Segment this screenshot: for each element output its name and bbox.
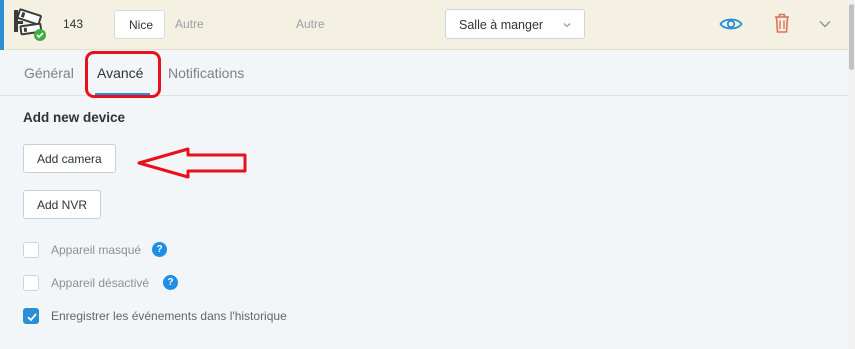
disabled-device-checkbox[interactable] xyxy=(23,275,39,291)
tab-general[interactable]: Général xyxy=(24,65,74,81)
device-name-input[interactable] xyxy=(114,10,165,39)
eye-icon[interactable] xyxy=(719,14,743,34)
annotation-arrow-icon xyxy=(137,147,247,179)
device-type-label: Autre xyxy=(175,17,204,31)
online-check-icon xyxy=(34,29,46,41)
trash-icon[interactable] xyxy=(773,12,791,34)
section-title: Add new device xyxy=(23,110,126,125)
tab-notifications[interactable]: Notifications xyxy=(168,65,244,81)
room-select[interactable]: Salle à manger xyxy=(445,9,585,39)
settings-tabs: Général Avancé Notifications xyxy=(0,50,848,96)
help-icon[interactable]: ? xyxy=(163,275,178,290)
room-select-value: Salle à manger xyxy=(459,18,544,32)
chevron-down-icon[interactable] xyxy=(818,18,832,30)
log-events-checkbox[interactable] xyxy=(23,308,39,324)
active-tab-indicator xyxy=(95,93,150,96)
scrollbar-thumb[interactable] xyxy=(849,4,854,70)
device-id: 143 xyxy=(63,17,84,31)
add-nvr-button[interactable]: Add NVR xyxy=(23,190,102,219)
tab-advanced[interactable]: Avancé xyxy=(97,65,143,81)
checkmark-icon xyxy=(27,313,37,322)
device-subtype-label: Autre xyxy=(296,17,325,31)
selection-accent-bar xyxy=(0,0,4,50)
cctv-camera-icon xyxy=(14,8,46,41)
add-camera-button[interactable]: Add camera xyxy=(23,144,116,173)
chevron-down-icon xyxy=(563,23,571,28)
hidden-device-label: Appareil masqué xyxy=(51,243,142,257)
disabled-device-label: Appareil désactivé xyxy=(51,276,150,290)
log-events-label: Enregistrer les événements dans l'histor… xyxy=(51,309,287,323)
hidden-device-checkbox[interactable] xyxy=(23,242,39,258)
device-row[interactable]: 143 Autre Autre Salle à manger xyxy=(0,0,848,50)
help-icon[interactable]: ? xyxy=(152,242,167,257)
